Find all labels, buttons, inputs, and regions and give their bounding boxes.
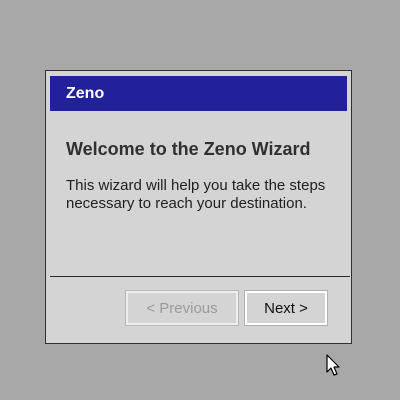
wizard-dialog: Zeno Welcome to the Zeno Wizard This wiz… bbox=[45, 70, 352, 344]
next-button[interactable]: Next > bbox=[244, 290, 328, 326]
title-bar[interactable]: Zeno bbox=[50, 76, 347, 111]
mouse-pointer-icon bbox=[326, 354, 340, 376]
divider bbox=[50, 276, 350, 277]
window-title: Zeno bbox=[66, 85, 105, 102]
previous-button[interactable]: < Previous bbox=[125, 290, 239, 326]
wizard-heading: Welcome to the Zeno Wizard bbox=[66, 139, 311, 159]
wizard-description: This wizard will help you take the steps… bbox=[66, 177, 326, 212]
